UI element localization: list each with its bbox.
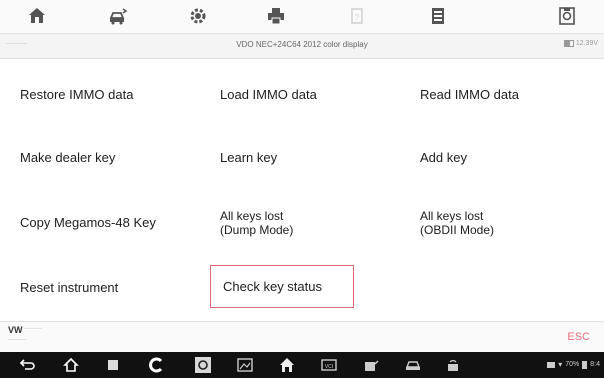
camera-icon[interactable] bbox=[194, 356, 212, 374]
home-icon[interactable] bbox=[62, 356, 80, 374]
back-icon[interactable] bbox=[18, 356, 36, 374]
clock: 8:4 bbox=[590, 361, 600, 368]
learn-key-button[interactable]: Learn key bbox=[208, 138, 400, 178]
all-keys-lost-obdii-mode-button[interactable]: All keys lost (OBDII Mode) bbox=[408, 202, 600, 244]
load-immo-data-button[interactable]: Load IMMO data bbox=[208, 75, 400, 115]
make-dealer-key-button[interactable]: Make dealer key bbox=[8, 138, 200, 178]
shop-icon[interactable] bbox=[362, 356, 380, 374]
dump-mode-label: (Dump Mode) bbox=[220, 223, 294, 237]
data-logging-icon[interactable] bbox=[557, 6, 577, 26]
home-icon[interactable] bbox=[27, 6, 47, 26]
system-nav-bar: VCI ▾ 70% 8:4 bbox=[0, 352, 604, 378]
remote-icon[interactable] bbox=[444, 356, 462, 374]
check-key-status-button[interactable]: Check key status bbox=[210, 265, 354, 308]
vehicle-sub-info: ——— bbox=[8, 337, 26, 343]
voltage-label: 12.39V bbox=[575, 40, 598, 47]
copy-megamos-48-key-button[interactable]: Copy Megamos-48 Key bbox=[8, 202, 200, 244]
print-icon[interactable] bbox=[266, 6, 286, 26]
top-toolbar: ? bbox=[0, 0, 604, 34]
autel-home-icon[interactable] bbox=[278, 356, 296, 374]
vehicle-make: VW bbox=[8, 325, 23, 335]
all-keys-lost-dump-mode-button[interactable]: All keys lost (Dump Mode) bbox=[208, 202, 400, 244]
chrome-icon[interactable] bbox=[148, 356, 166, 374]
svg-text:?: ? bbox=[355, 13, 360, 22]
restore-immo-data-button[interactable]: Restore IMMO data bbox=[8, 75, 200, 115]
reset-instrument-button[interactable]: Reset instrument bbox=[8, 268, 200, 308]
sub-header: ——— VDO NEC+24C64 2012 color display 12.… bbox=[0, 34, 604, 59]
all-keys-lost-label: All keys lost bbox=[420, 209, 484, 223]
battery-icon bbox=[563, 40, 574, 47]
save-icon[interactable] bbox=[428, 6, 448, 26]
recent-apps-icon[interactable] bbox=[104, 356, 122, 374]
battery-percent: 70% bbox=[565, 361, 580, 368]
vci-icon[interactable]: VCI bbox=[320, 356, 338, 374]
vehicle-description: ——— bbox=[24, 326, 42, 332]
svg-text:VCI: VCI bbox=[325, 364, 333, 370]
car-icon[interactable] bbox=[404, 356, 422, 374]
status-area: ▾ 70% 8:4 bbox=[547, 360, 600, 369]
function-grid: Restore IMMO data Load IMMO data Read IM… bbox=[0, 59, 604, 321]
screenshot-icon[interactable] bbox=[236, 356, 254, 374]
settings-icon[interactable] bbox=[188, 6, 208, 26]
vehicle-info-bar: VW ——— ——— ESC bbox=[0, 321, 604, 353]
all-keys-lost-label: All keys lost bbox=[220, 209, 284, 223]
wifi-icon: ▾ bbox=[558, 360, 563, 369]
obdii-mode-label: (OBDII Mode) bbox=[420, 223, 495, 237]
vehicle-swap-icon[interactable] bbox=[108, 6, 128, 26]
notification-icon bbox=[547, 361, 556, 368]
read-immo-data-button[interactable]: Read IMMO data bbox=[408, 75, 600, 115]
battery-icon bbox=[582, 360, 588, 369]
esc-button[interactable]: ESC bbox=[567, 331, 590, 343]
help-icon[interactable]: ? bbox=[347, 6, 367, 26]
add-key-button[interactable]: Add key bbox=[408, 138, 600, 178]
page-title: VDO NEC+24C64 2012 color display bbox=[236, 40, 368, 49]
battery-voltage: 12.39V bbox=[563, 40, 598, 47]
